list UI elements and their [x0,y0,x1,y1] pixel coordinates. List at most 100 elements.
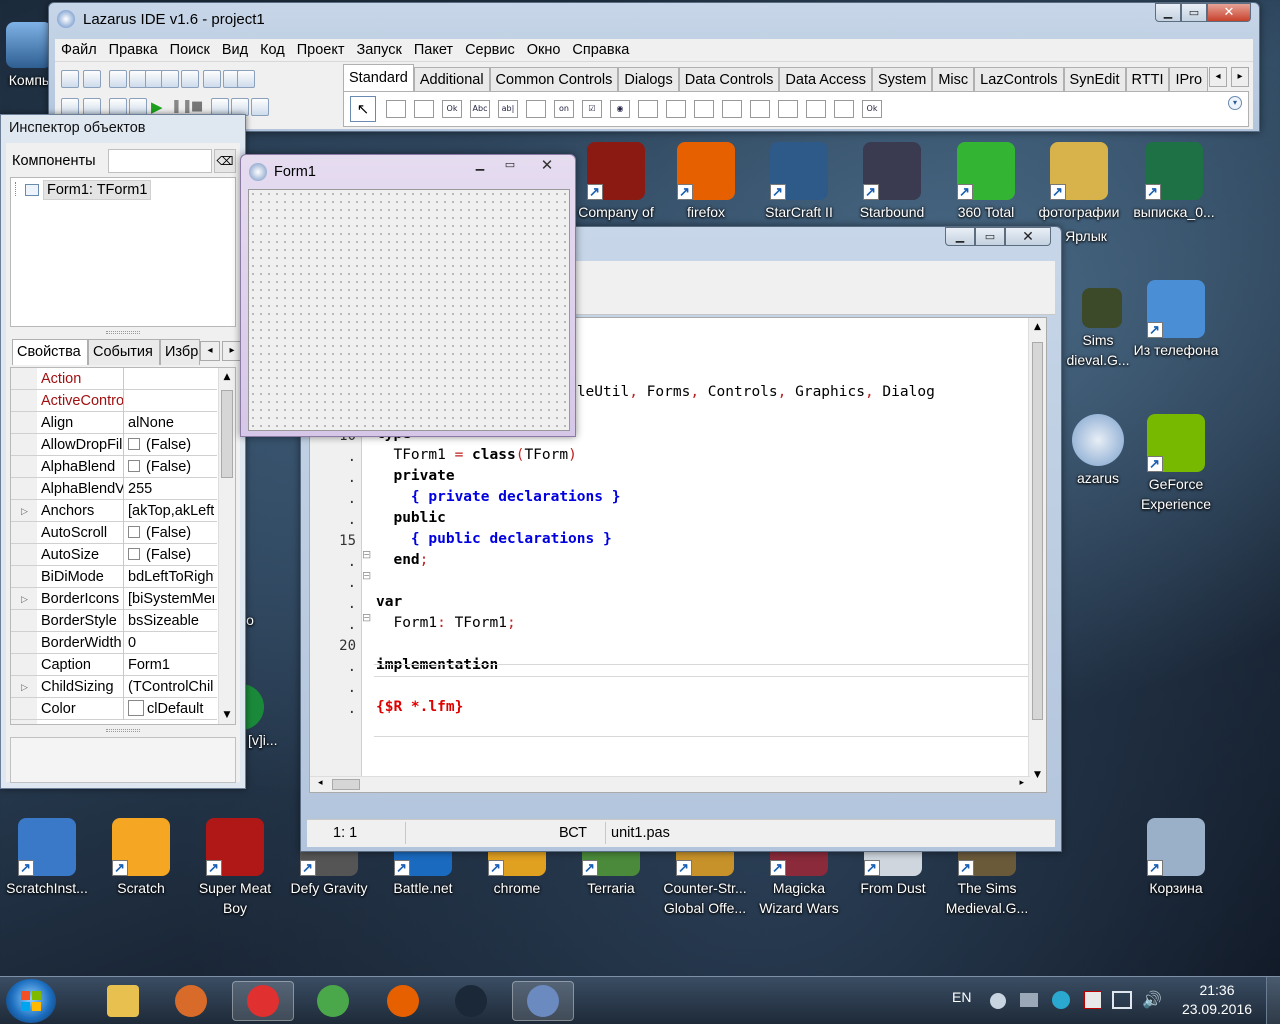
fold-marker-icon[interactable]: ⊟ [362,569,371,582]
splitter-handle[interactable] [106,331,140,334]
minimize-button[interactable]: ▁ [945,227,975,246]
palette-component-tbutton-icon[interactable]: Ok [442,100,462,118]
property-grid-scrollbar[interactable]: ▲ ▼ [218,368,235,724]
close-button[interactable]: ✕ [525,155,569,174]
palette-component-tscrollbar-icon[interactable] [694,100,714,118]
menu-item[interactable]: Поиск [164,42,216,58]
palette-tab[interactable]: LazControls [974,67,1064,91]
checkbox[interactable] [128,548,140,560]
property-row[interactable]: AlphaBlend (False) [11,456,217,478]
checkbox[interactable] [128,438,140,450]
components-filter-input[interactable] [108,149,212,173]
property-row[interactable]: AutoScroll (False) [11,522,217,544]
desktop-icon-lazarus-partial[interactable]: azarus [1050,414,1130,488]
checkbox[interactable] [128,526,140,538]
property-row[interactable]: ActiveControl [11,390,217,412]
desktop-icon[interactable]: Company of [566,142,666,222]
save-all-icon[interactable] [161,70,179,88]
palette-component-tcheckbox-icon[interactable]: ☑ [582,100,602,118]
desktop-icon[interactable]: Super Meat Boy [188,818,282,918]
menu-item[interactable]: Сервис [459,42,521,58]
tabs-scroll-left[interactable]: ◂ [200,341,220,361]
code-line[interactable]: { private declarations } [376,489,621,505]
property-row[interactable]: AutoSize (False) [11,544,217,566]
maximize-button[interactable]: ▭ [1181,3,1207,22]
menu-item[interactable]: Пакет [408,42,459,58]
desktop-icon[interactable]: Starbound [846,142,938,222]
palette-tab[interactable]: Common Controls [489,67,619,91]
fold-marker-icon[interactable]: ⊟ [362,611,371,624]
new-form-icon[interactable] [83,70,101,88]
network-tray-icon[interactable] [1020,993,1038,1007]
desktop-icon[interactable]: Корзина [1128,818,1224,898]
palette-tab[interactable]: SynEdit [1063,67,1126,91]
inspector-tab[interactable]: События [88,339,160,365]
code-line[interactable]: private [376,468,454,484]
palette-component-tactionlist-icon[interactable]: Ok [862,100,882,118]
property-row[interactable]: Align alNone [11,412,217,434]
fold-marker-icon[interactable]: ⊟ [362,548,371,561]
show-desktop-button[interactable] [1266,977,1280,1024]
expand-arrow-icon[interactable]: ▷ [21,500,28,522]
code-line[interactable]: { public declarations } [376,531,612,547]
property-value-cell[interactable]: [biSystemMenu] [128,588,214,610]
taskbar-button[interactable] [302,981,364,1021]
property-value-cell[interactable]: alNone [128,412,214,434]
palette-component-tcheckgroup-icon[interactable] [778,100,798,118]
palette-component-tpopupmenu-icon[interactable] [414,100,434,118]
property-row[interactable]: BorderWidth 0 [11,632,217,654]
close-button[interactable]: ✕ [1207,3,1251,22]
property-value-cell[interactable]: bsSizeable [128,610,214,632]
tabs-scroll-right[interactable]: ▸ [222,341,242,361]
menu-item[interactable]: Запуск [350,42,407,58]
property-value-cell[interactable]: 255 [128,478,214,500]
tree-item-form1[interactable]: Form1: TForm1 [43,180,152,200]
desktop-icon[interactable]: firefox [660,142,752,222]
property-row[interactable]: Color clDefault [11,698,217,720]
property-value-cell[interactable]: bdLeftToRight [128,566,214,588]
palette-component-tradiogroup-icon[interactable] [750,100,770,118]
start-button[interactable] [6,979,56,1023]
checkbox[interactable] [128,460,140,472]
palette-tab[interactable]: Data Controls [678,67,780,91]
tabs-scroll-left[interactable]: ◂ [1209,67,1227,87]
property-value-cell[interactable]: clDefault [128,698,214,720]
menu-item[interactable]: Код [254,42,291,58]
property-value-cell[interactable]: Form1 [128,654,214,676]
language-indicator[interactable]: EN [952,989,971,1005]
property-value-cell[interactable]: 0 [128,632,214,654]
code-line[interactable]: Form1: TForm1; [376,615,515,631]
property-row[interactable]: AlphaBlendValue 255 [11,478,217,500]
selection-pointer-tool[interactable]: ↖ [350,96,376,122]
minimize-button[interactable]: ▁ [1155,3,1181,22]
horizontal-scrollbar[interactable]: ◂ ▸ [310,776,1030,792]
palette-component-tlistbox-icon[interactable] [638,100,658,118]
maximize-button[interactable]: ▭ [495,155,525,174]
palette-tab[interactable]: Data Access [779,67,872,91]
desktop-icon[interactable]: ScratchInst... [0,818,94,898]
menu-item[interactable]: Правка [103,42,164,58]
expand-arrow-icon[interactable]: ▷ [21,676,28,698]
code-line[interactable]: {$R *.lfm} [376,699,463,715]
property-row[interactable]: ▷ Anchors [akTop,akLeft] [11,500,217,522]
property-value-cell[interactable]: (TControlChildSizing) [128,676,214,698]
property-value-cell[interactable]: (False) [128,456,214,478]
palette-component-tpanel-icon[interactable] [806,100,826,118]
new-unit-icon[interactable] [61,70,79,88]
menu-item[interactable]: Окно [521,42,567,58]
property-row[interactable]: BorderStyle bsSizeable [11,610,217,632]
property-value-cell[interactable]: (False) [128,434,214,456]
step-out-icon[interactable] [251,98,269,116]
property-row[interactable]: ▷ ChildSizing (TControlChildSizing) [11,676,217,698]
palette-tab[interactable]: Dialogs [618,67,679,91]
palette-component-tradiobutton-icon[interactable]: ◉ [610,100,630,118]
taskbar-button[interactable] [372,981,434,1021]
desktop-icon[interactable]: StarCraft II [753,142,845,222]
vertical-scrollbar[interactable]: ▲ ▼ [1028,318,1046,792]
palette-tab[interactable]: System [872,67,933,91]
inspector-tab[interactable]: Свойства [12,339,88,365]
palette-menu-icon[interactable]: ▾ [1228,96,1242,110]
palette-component-tmainmenu-icon[interactable] [386,100,406,118]
taskbar-button[interactable] [92,981,154,1021]
menu-item[interactable]: Вид [216,42,254,58]
